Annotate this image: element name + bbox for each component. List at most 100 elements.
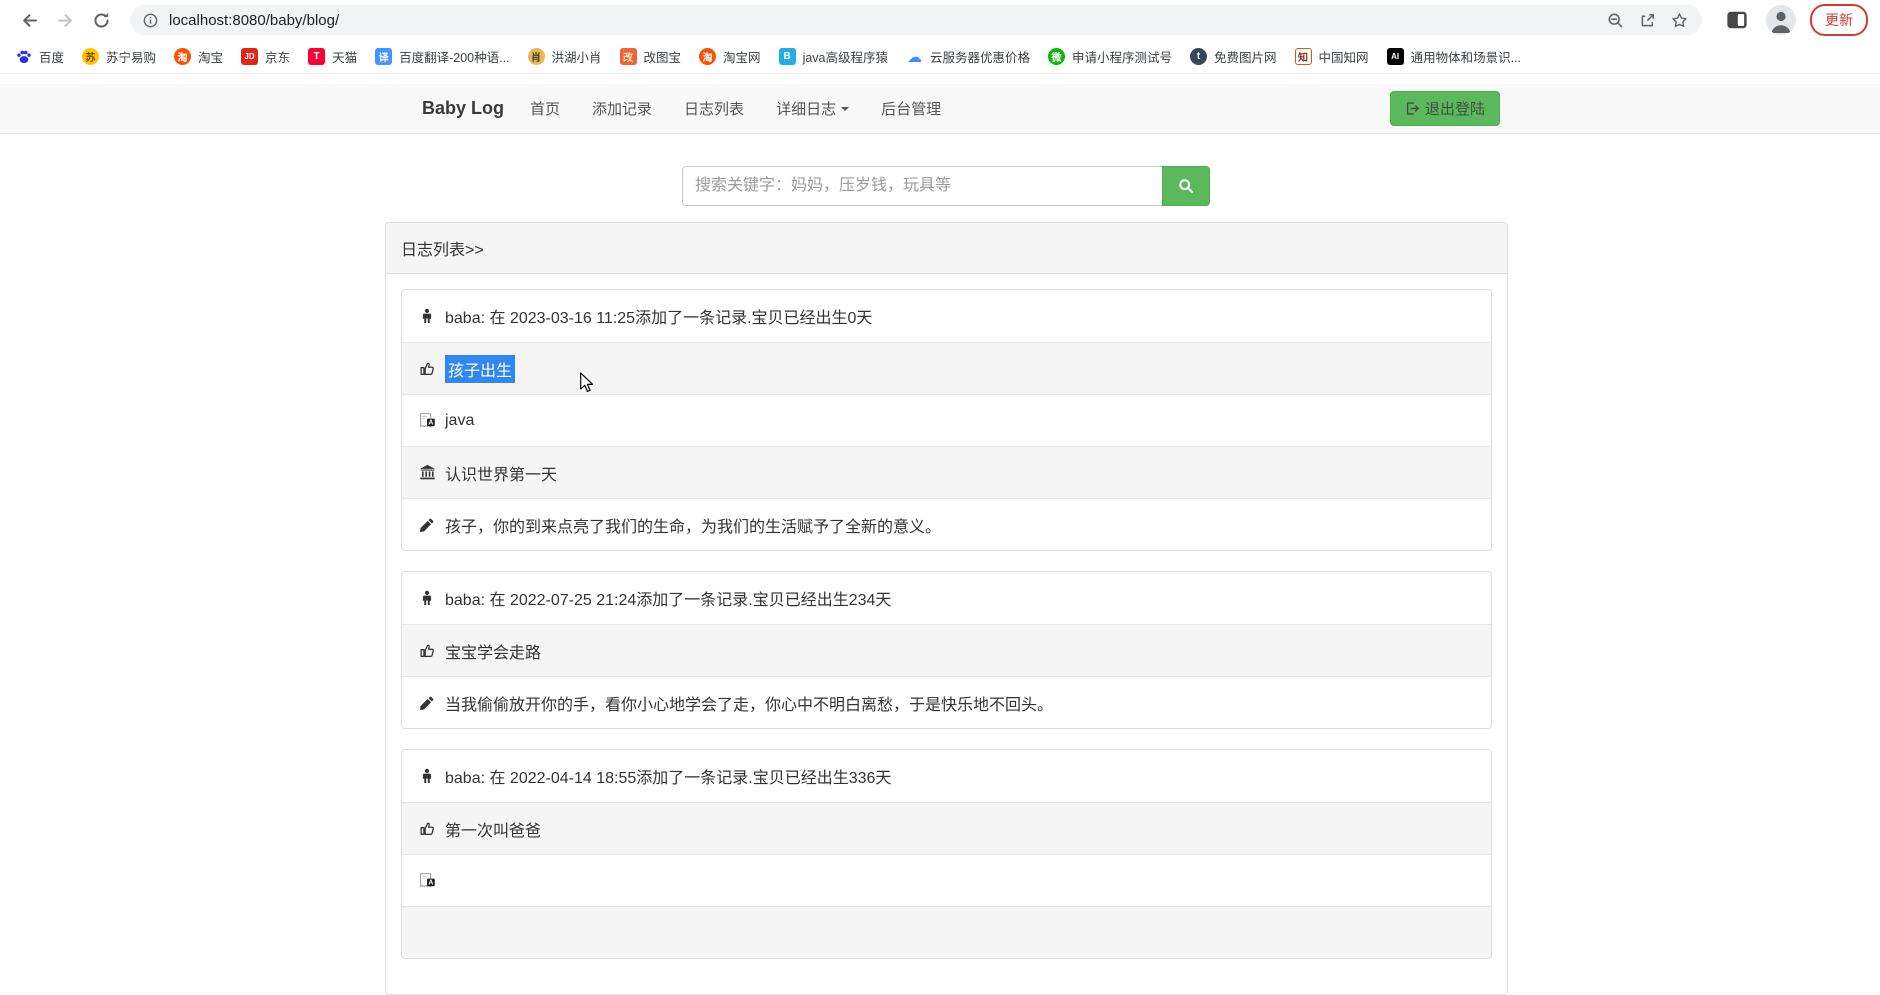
bookmark-favicon-icon: JD bbox=[241, 48, 258, 65]
browser-toolbar: localhost:8080/baby/blog/ 更新 bbox=[0, 0, 1880, 40]
bookmark-item[interactable]: Bjava高级程序猿 bbox=[770, 44, 897, 70]
bookmark-favicon-icon: ☁ bbox=[906, 48, 923, 65]
profile-avatar[interactable] bbox=[1766, 5, 1796, 35]
logout-label: 退出登陆 bbox=[1425, 98, 1485, 119]
reload-button[interactable] bbox=[86, 5, 116, 35]
bookmark-item[interactable]: t免费图片网 bbox=[1181, 44, 1286, 70]
bookmark-label: 申请小程序测试号 bbox=[1072, 47, 1172, 66]
back-button[interactable] bbox=[14, 5, 44, 35]
back-arrow-icon bbox=[20, 11, 39, 30]
list-row: A bbox=[402, 854, 1491, 906]
row-text: 宝宝学会走路 bbox=[445, 639, 541, 663]
bookmark-label: 通用物体和场景识... bbox=[1411, 47, 1521, 66]
bookmark-item[interactable]: 淘淘宝网 bbox=[690, 44, 770, 70]
broken-image-icon: A bbox=[417, 412, 437, 429]
bookmark-favicon-icon: B bbox=[779, 48, 796, 65]
site-navbar: Baby Log 首页添加记录日志列表详细日志 后台管理 退出登陆 bbox=[0, 84, 1880, 134]
bookmark-label: 淘宝 bbox=[198, 47, 223, 66]
nav-link-1[interactable]: 添加记录 bbox=[576, 84, 668, 133]
list-row: 宝宝学会走路 bbox=[402, 624, 1491, 676]
bookmark-label: 苏宁易购 bbox=[106, 47, 156, 66]
bank-icon bbox=[417, 464, 437, 481]
forward-button[interactable] bbox=[50, 5, 80, 35]
bookmark-label: 京东 bbox=[265, 47, 290, 66]
thumbs-up-icon bbox=[417, 360, 437, 377]
nav-link-2[interactable]: 日志列表 bbox=[668, 84, 760, 133]
panel-body: baba: 在 2023-03-16 11:25添加了一条记录.宝贝已经出生0天… bbox=[386, 274, 1507, 994]
user-icon bbox=[417, 308, 437, 324]
page-info-icon[interactable] bbox=[142, 12, 159, 29]
row-text: java bbox=[445, 412, 474, 430]
nav-link-4[interactable]: 后台管理 bbox=[865, 84, 957, 133]
nav-link-label: 首页 bbox=[530, 98, 560, 119]
bookmark-favicon-icon bbox=[15, 48, 32, 65]
bookmark-item[interactable]: 百度 bbox=[6, 44, 73, 70]
bookmark-favicon-icon: 淘 bbox=[174, 48, 191, 65]
bookmark-item[interactable]: 改改图宝 bbox=[611, 44, 691, 70]
bookmark-label: 中国知网 bbox=[1319, 47, 1369, 66]
nav-link-label: 详细日志 bbox=[776, 98, 836, 119]
browser-update-button[interactable]: 更新 bbox=[1810, 4, 1868, 36]
search-button[interactable] bbox=[1162, 166, 1210, 206]
caret-down-icon bbox=[841, 107, 849, 111]
zoom-out-icon bbox=[1607, 12, 1624, 29]
bookmark-label: 洪湖小肖 bbox=[552, 47, 602, 66]
brand-logo[interactable]: Baby Log bbox=[422, 98, 504, 119]
star-icon bbox=[1671, 12, 1688, 29]
profile-person-icon bbox=[1766, 5, 1796, 35]
row-text: 第一次叫爸爸 bbox=[445, 817, 541, 841]
row-text: 认识世界第一天 bbox=[445, 461, 557, 485]
row-text: baba: 在 2022-07-25 21:24添加了一条记录.宝贝已经出生23… bbox=[445, 586, 891, 610]
bookmark-item[interactable]: AI通用物体和场景识... bbox=[1378, 44, 1530, 70]
bookmark-item[interactable]: 淘淘宝 bbox=[165, 44, 232, 70]
bookmark-star-button[interactable] bbox=[1666, 7, 1692, 33]
bookmark-label: 改图宝 bbox=[644, 47, 682, 66]
reload-icon bbox=[92, 11, 111, 30]
row-text: 孩子，你的到来点亮了我们的生命，为我们的生活赋予了全新的意义。 bbox=[445, 513, 941, 537]
bookmark-favicon-icon: T bbox=[308, 48, 325, 65]
list-row: baba: 在 2022-04-14 18:55添加了一条记录.宝贝已经出生33… bbox=[402, 750, 1491, 802]
bookmark-favicon-icon: 译 bbox=[375, 48, 392, 65]
search-icon bbox=[1178, 178, 1194, 194]
list-row: baba: 在 2023-03-16 11:25添加了一条记录.宝贝已经出生0天 bbox=[402, 290, 1491, 342]
forward-arrow-icon bbox=[56, 11, 75, 30]
row-text: baba: 在 2022-04-14 18:55添加了一条记录.宝贝已经出生33… bbox=[445, 764, 891, 788]
bookmark-item[interactable]: 微申请小程序测试号 bbox=[1039, 44, 1181, 70]
url-text[interactable]: localhost:8080/baby/blog/ bbox=[169, 12, 1596, 29]
zoom-out-button[interactable] bbox=[1602, 7, 1628, 33]
panel-heading: 日志列表>> bbox=[386, 223, 1507, 274]
list-row bbox=[402, 906, 1491, 958]
list-row: Ajava bbox=[402, 394, 1491, 446]
nav-link-0[interactable]: 首页 bbox=[514, 84, 576, 133]
nav-link-3[interactable]: 详细日志 bbox=[760, 84, 865, 133]
log-group: baba: 在 2022-04-14 18:55添加了一条记录.宝贝已经出生33… bbox=[401, 749, 1492, 959]
bookmark-item[interactable]: ☁云服务器优惠价格 bbox=[897, 44, 1039, 70]
bookmark-item[interactable]: 苏苏宁易购 bbox=[73, 44, 165, 70]
bookmark-label: 免费图片网 bbox=[1214, 47, 1277, 66]
bookmark-item[interactable]: 肖洪湖小肖 bbox=[519, 44, 611, 70]
svg-text:A: A bbox=[428, 880, 433, 887]
search-input[interactable] bbox=[682, 166, 1162, 206]
list-row: 认识世界第一天 bbox=[402, 446, 1491, 498]
bookmark-item[interactable]: T 天猫 bbox=[299, 44, 366, 70]
thumbs-up-icon bbox=[417, 820, 437, 837]
share-button[interactable] bbox=[1634, 7, 1660, 33]
list-row: baba: 在 2022-07-25 21:24添加了一条记录.宝贝已经出生23… bbox=[402, 572, 1491, 624]
search-bar bbox=[682, 166, 1210, 206]
bookmark-favicon-icon: 知 bbox=[1295, 48, 1312, 65]
bookmark-favicon-icon: 苏 bbox=[82, 48, 99, 65]
bookmark-item[interactable]: 译百度翻译-200种语... bbox=[366, 44, 518, 70]
bookmark-label: 百度 bbox=[39, 47, 64, 66]
nav-links: 首页添加记录日志列表详细日志 后台管理 bbox=[514, 84, 957, 133]
sidebar-toggle-button[interactable] bbox=[1724, 7, 1750, 33]
user-icon bbox=[417, 768, 437, 784]
logout-button[interactable]: 退出登陆 bbox=[1390, 91, 1500, 126]
sign-out-icon bbox=[1405, 101, 1420, 116]
bookmark-item[interactable]: JD 京东 bbox=[232, 44, 299, 70]
log-group: baba: 在 2022-07-25 21:24添加了一条记录.宝贝已经出生23… bbox=[401, 571, 1492, 729]
url-bar[interactable]: localhost:8080/baby/blog/ bbox=[130, 5, 1702, 35]
bookmark-item[interactable]: 知中国知网 bbox=[1286, 44, 1378, 70]
bookmarks-bar: 百度苏苏宁易购淘淘宝JD京东T天猫译百度翻译-200种语...肖洪湖小肖改改图宝… bbox=[0, 40, 1880, 74]
bookmark-label: 天猫 bbox=[332, 47, 357, 66]
pencil-icon bbox=[417, 517, 437, 533]
